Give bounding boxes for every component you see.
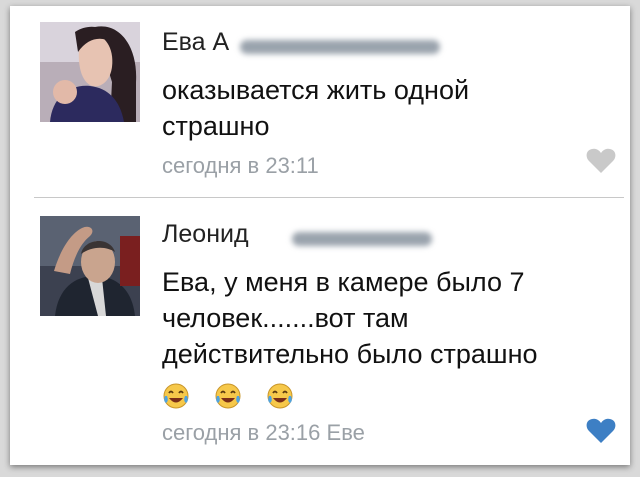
avatar[interactable] bbox=[40, 22, 140, 122]
emoji-row bbox=[162, 382, 294, 410]
comment-timestamp[interactable]: сегодня в 23:16 Еве bbox=[162, 420, 365, 446]
author-name[interactable]: Ева А bbox=[162, 28, 229, 57]
like-heart-icon[interactable] bbox=[586, 417, 616, 444]
tears-of-joy-icon bbox=[267, 383, 293, 409]
reply-to-link[interactable]: Еве bbox=[327, 420, 365, 445]
avatar[interactable] bbox=[40, 216, 140, 316]
tears-of-joy-icon bbox=[163, 383, 189, 409]
author-name[interactable]: Леонид bbox=[162, 220, 249, 249]
like-heart-icon[interactable] bbox=[586, 147, 616, 174]
comment-text: Ева, у меня в камере было 7 человек.....… bbox=[162, 267, 538, 369]
comments-panel: Ева А оказывается жить одной страшно сег… bbox=[10, 6, 630, 465]
divider bbox=[34, 197, 624, 198]
comment-item: Леонид Ева, у меня в камере было 7 челов… bbox=[10, 202, 630, 465]
tears-of-joy-icon bbox=[215, 383, 241, 409]
blurred-surname bbox=[292, 232, 432, 246]
comment-timestamp[interactable]: сегодня в 23:11 bbox=[162, 153, 319, 179]
blurred-surname bbox=[240, 40, 440, 54]
comment-item: Ева А оказывается жить одной страшно сег… bbox=[10, 6, 630, 196]
comment-text: оказывается жить одной страшно bbox=[162, 75, 470, 141]
